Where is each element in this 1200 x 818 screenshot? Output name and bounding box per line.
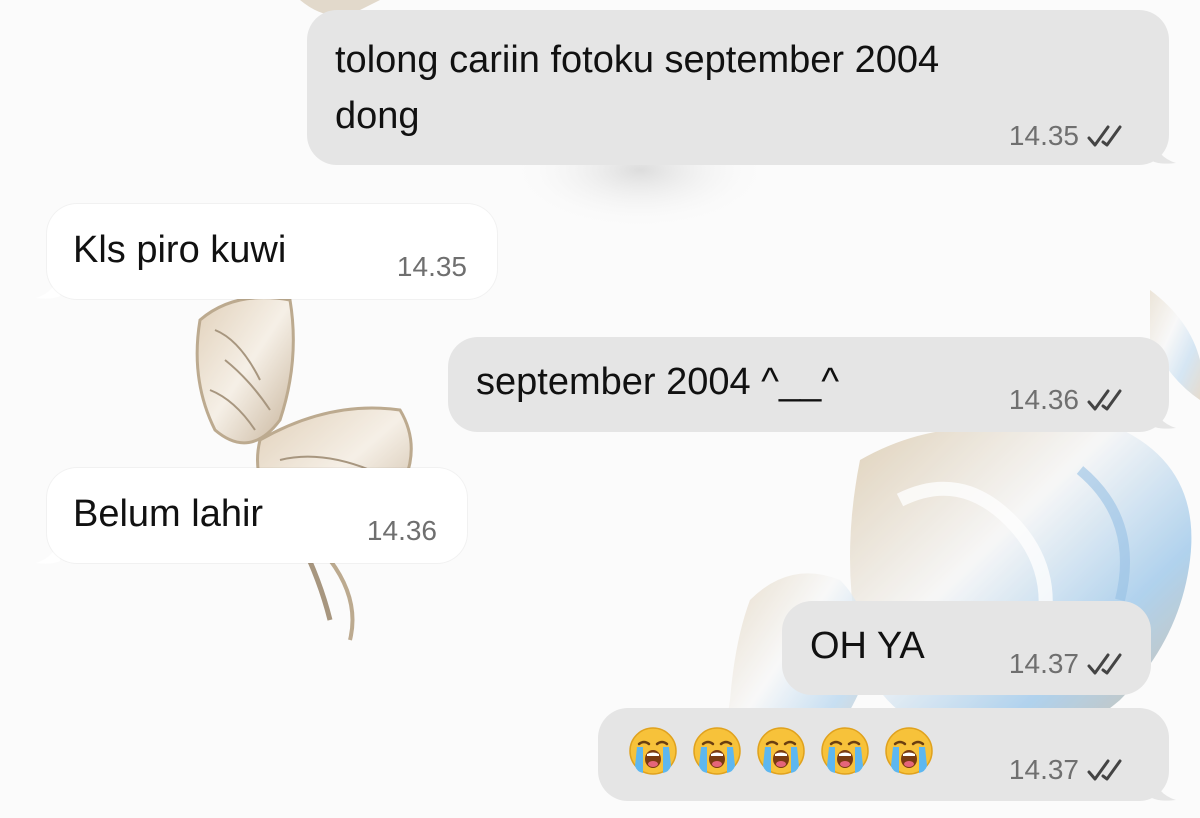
message-time: 14.37 — [1008, 754, 1079, 785]
loudly-crying-face-icon — [693, 727, 741, 775]
message-meta: 14.35 — [397, 252, 467, 282]
message-time: 14.37 — [1008, 648, 1079, 679]
message-text: september 2004 ^__^ — [476, 361, 840, 403]
loudly-crying-face-icon — [821, 727, 869, 775]
message-time: 14.36 — [366, 515, 437, 546]
double-check-icon — [1087, 389, 1122, 411]
message-text: OH YA — [810, 625, 925, 667]
message-meta: 14.37 — [1009, 649, 1131, 679]
message-time: 14.36 — [1008, 384, 1079, 415]
message-bubble-incoming[interactable]: Kls piro kuwi 14.35 — [47, 204, 497, 299]
message-meta: 14.37 — [1009, 755, 1131, 785]
loudly-crying-face-icon — [629, 727, 677, 775]
message-time: 14.35 — [1008, 120, 1079, 151]
message-meta: 14.36 — [367, 516, 437, 546]
emoji-row — [628, 726, 934, 776]
message-meta: 14.36 — [1009, 385, 1131, 415]
message-text: Belum lahir — [73, 493, 264, 535]
message-time: 14.35 — [396, 251, 467, 282]
loudly-crying-face-icon — [757, 727, 805, 775]
message-bubble-outgoing[interactable]: september 2004 ^__^ 14.36 — [448, 337, 1169, 432]
loudly-crying-face-icon — [885, 727, 933, 775]
double-check-icon — [1087, 759, 1122, 781]
message-bubble-outgoing[interactable]: 14.37 — [598, 708, 1169, 801]
message-text: Kls piro kuwi — [73, 229, 287, 271]
message-text: tolong cariin fotoku september 2004 dong — [335, 39, 940, 137]
message-bubble-outgoing[interactable]: OH YA 14.37 — [782, 601, 1151, 695]
double-check-icon — [1087, 125, 1122, 147]
double-check-icon — [1087, 653, 1122, 675]
message-meta: 14.35 — [1009, 121, 1131, 151]
message-bubble-outgoing[interactable]: tolong cariin fotoku september 2004 dong… — [307, 10, 1169, 165]
message-bubble-incoming[interactable]: Belum lahir 14.36 — [47, 468, 467, 563]
